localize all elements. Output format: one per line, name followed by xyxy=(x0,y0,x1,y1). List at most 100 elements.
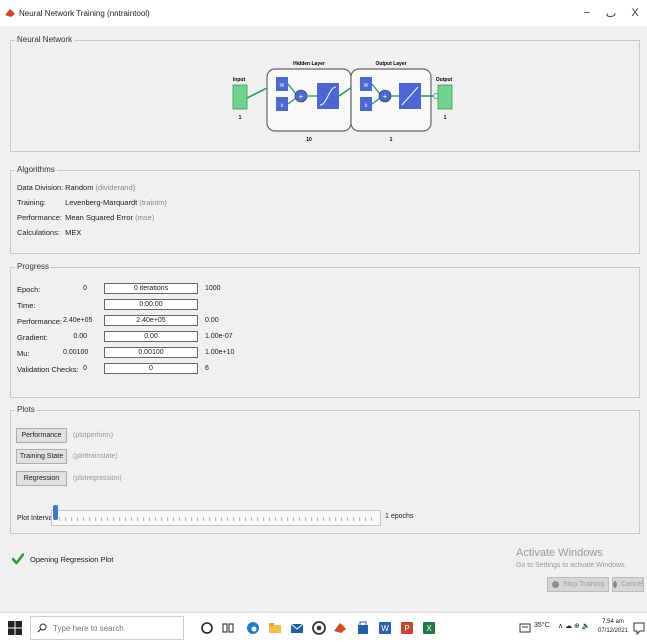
matlab-icon xyxy=(5,9,15,17)
stop-icon xyxy=(551,581,559,588)
chrome-icon[interactable] xyxy=(312,621,326,635)
input-size: 1 xyxy=(239,115,242,121)
search-icon xyxy=(37,623,47,633)
activate-windows-subtitle: Go to Settings to activate Windows. xyxy=(516,562,627,569)
training-state-plot-fn: (plottrainstate) xyxy=(73,453,118,460)
restore-button[interactable]: ٮ xyxy=(599,0,623,26)
algorithm-row-calculations: Calculations: MEX xyxy=(17,228,81,237)
input-label: Input xyxy=(233,77,246,83)
close-button[interactable]: X xyxy=(623,0,647,26)
windows-start-icon[interactable] xyxy=(8,621,22,635)
algorithm-value: Random xyxy=(65,183,94,192)
stop-training-button[interactable]: Stop Training xyxy=(547,577,609,592)
hidden-sum-symbol: + xyxy=(299,92,304,101)
progress-start-performance: 2.40e+05 xyxy=(63,317,93,324)
progress-box-gradient: 0.00 xyxy=(104,331,198,342)
progress-start-mu: 0.00100 xyxy=(63,349,89,356)
weather-icon[interactable] xyxy=(518,621,532,635)
output-sum-symbol: + xyxy=(383,92,388,101)
progress-box-validation: 0 xyxy=(104,363,198,374)
output-size: 1 xyxy=(444,115,447,121)
taskbar: W P X 35°C ∧ ☁ ⊕ 🔈 7:54 am 07/12/2021 xyxy=(0,612,647,642)
clock-date: 07/12/2021 xyxy=(598,628,629,634)
hidden-layer-label: Hidden Layer xyxy=(293,61,325,67)
task-view-icon[interactable] xyxy=(221,621,235,635)
algorithm-value: Mean Squared Error xyxy=(65,213,134,222)
progress-box-epoch: 0 iterations xyxy=(104,283,198,294)
plot-interval-thumb[interactable] xyxy=(53,505,58,520)
notifications-icon[interactable] xyxy=(632,621,646,635)
algorithm-value: Levenberg-Marquardt xyxy=(65,198,138,207)
algorithm-key: Data Division: xyxy=(17,183,64,192)
regression-plot-button[interactable]: Regression xyxy=(16,471,67,486)
weather-temp[interactable]: 35°C xyxy=(534,622,550,629)
minimize-button[interactable]: − xyxy=(575,0,599,26)
algorithms-title: Algorithms xyxy=(15,165,57,174)
progress-end-validation: 6 xyxy=(205,365,209,372)
algorithm-fn: (trainlm) xyxy=(139,198,167,207)
store-icon[interactable] xyxy=(356,621,370,635)
status-message: Opening Regression Plot xyxy=(30,554,114,564)
progress-end-performance: 0.00 xyxy=(205,317,219,324)
mail-icon[interactable] xyxy=(290,621,304,635)
algorithm-fn: (mse) xyxy=(135,213,155,222)
progress-label-mu: Mu: xyxy=(17,349,30,358)
progress-end-gradient: 1.00e-07 xyxy=(205,333,233,340)
training-state-plot-button[interactable]: Training State xyxy=(16,449,67,464)
progress-title: Progress xyxy=(15,262,52,271)
activate-windows-title: Activate Windows xyxy=(516,547,603,559)
svg-text:W: W xyxy=(381,624,389,633)
cancel-label: Cancel xyxy=(621,581,643,588)
progress-end-epoch: 1000 xyxy=(205,285,221,292)
matlab-taskbar-icon[interactable] xyxy=(333,621,347,635)
word-icon[interactable]: W xyxy=(378,621,392,635)
edge-icon[interactable] xyxy=(246,621,260,635)
output-label: Output xyxy=(436,77,453,83)
title-bar: Neural Network Training (nntraintool) − … xyxy=(0,0,647,26)
svg-text:P: P xyxy=(404,624,409,633)
taskbar-search[interactable] xyxy=(30,616,184,640)
algorithm-key: Calculations: xyxy=(17,228,60,237)
file-explorer-icon[interactable] xyxy=(268,621,282,635)
hidden-weight-symbol: W xyxy=(280,83,285,89)
output-layer-label: Output Layer xyxy=(375,61,406,67)
system-tray-icons[interactable]: ∧ ☁ ⊕ 🔈 xyxy=(558,622,591,630)
window-controls: − ٮ X xyxy=(575,0,647,26)
status-bar: Opening Regression Plot xyxy=(12,553,113,565)
algorithm-key: Performance: xyxy=(17,213,63,222)
algorithm-key: Training: xyxy=(17,198,46,207)
plot-interval-unit: 1 epochs xyxy=(385,513,414,520)
activate-windows-watermark: Activate Windows Go to Settings to activ… xyxy=(516,547,627,569)
hidden-bias-symbol: b xyxy=(281,103,284,109)
algorithm-row-performance: Performance: Mean Squared Error (mse) xyxy=(17,213,154,222)
cortana-icon[interactable] xyxy=(200,621,214,635)
input-box xyxy=(232,84,248,110)
plots-title: Plots xyxy=(15,405,37,414)
powerpoint-icon[interactable]: P xyxy=(400,621,414,635)
hidden-layer-size: 10 xyxy=(306,137,312,143)
stop-training-label: Stop Training xyxy=(562,581,605,588)
regression-plot-fn: (plotregression) xyxy=(73,475,122,482)
svg-text:X: X xyxy=(426,624,432,633)
search-input[interactable] xyxy=(53,623,173,633)
algorithms-panel: Algorithms Data Division: Random (divide… xyxy=(10,165,640,254)
cancel-button[interactable]: Cancel xyxy=(612,577,644,592)
network-diagram: Input 1 Hidden Layer W b + 10 Output Lay… xyxy=(232,61,453,143)
progress-label-time: Time: xyxy=(17,301,36,310)
clock-time: 7:54 am xyxy=(602,619,624,625)
excel-icon[interactable]: X xyxy=(422,621,436,635)
input-link xyxy=(246,86,270,99)
neural-network-panel: Neural Network Input 1 Hidden Layer W b … xyxy=(10,35,640,152)
progress-label-gradient: Gradient: xyxy=(17,333,48,342)
progress-label-epoch: Epoch: xyxy=(17,285,41,294)
performance-plot-button[interactable]: Performance xyxy=(16,428,67,443)
output-weight-symbol: W xyxy=(364,83,369,89)
performance-plot-fn: (plotperform) xyxy=(73,432,114,439)
algorithm-row-division: Data Division: Random (dividerand) xyxy=(17,183,135,192)
plots-panel: Plots Performance (plotperform) Training… xyxy=(10,405,640,534)
progress-box-performance: 2.40e+05 xyxy=(104,315,198,326)
system-clock[interactable]: 7:54 am 07/12/2021 xyxy=(598,618,628,636)
plot-interval-ticks xyxy=(59,517,377,521)
progress-panel: Progress Epoch: 0 0 iterations 1000 Time… xyxy=(10,262,640,398)
check-icon xyxy=(12,553,24,565)
